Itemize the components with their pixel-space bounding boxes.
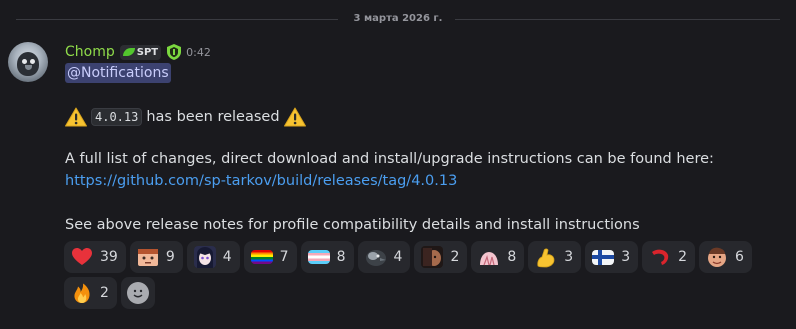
divider-line-left (16, 19, 338, 20)
avatar[interactable] (8, 42, 48, 82)
finland-flag-icon (592, 249, 615, 265)
character-emoji-icon (421, 246, 444, 268)
server-tag-label: SPT (136, 46, 159, 58)
rainbow-flag-icon (250, 250, 273, 264)
reaction-crow[interactable]: 4 (357, 241, 411, 273)
reaction-count: 2 (100, 285, 109, 301)
reaction-pink-blob[interactable]: 8 (471, 241, 525, 273)
reaction-finland-flag[interactable]: 3 (585, 241, 639, 273)
description-text: A full list of changes, direct download … (65, 151, 714, 167)
leaf-icon (122, 48, 135, 56)
footer-text: See above release notes for profile comp… (65, 217, 640, 233)
reaction-rainbow-flag[interactable]: 7 (243, 241, 297, 273)
anime-girl-emoji-icon (193, 246, 216, 268)
reaction-count: 4 (222, 249, 232, 265)
pink-blob-emoji-icon (478, 246, 500, 268)
reaction-biceps[interactable]: 3 (528, 241, 582, 273)
reaction-red-shrimp[interactable]: 2 (642, 241, 696, 273)
transgender-flag-icon (307, 250, 330, 264)
add-reaction-button[interactable] (120, 277, 155, 309)
timestamp[interactable]: 0:42 (186, 46, 211, 59)
reaction-count: 2 (678, 249, 688, 265)
reaction-count: 3 (621, 249, 631, 265)
reaction-count: 3 (564, 249, 574, 265)
version-code: 4.0.13 (91, 108, 143, 126)
warning-icon (283, 107, 306, 127)
reaction-heart[interactable]: 39 (64, 241, 126, 273)
reaction-custom-face[interactable]: 9 (129, 241, 183, 273)
release-link[interactable]: https://github.com/sp-tarkov/build/relea… (65, 173, 457, 189)
role-mention[interactable]: @Notifications (65, 63, 171, 83)
username[interactable]: Chomp (65, 44, 115, 60)
red-shrimp-emoji-icon (649, 246, 671, 268)
reactions-bar: 39 9 4 7 8 4 2 8 3 3 2 6 2 (64, 241, 784, 309)
date-divider: 3 марта 2026 г. (0, 10, 796, 28)
reaction-count: 7 (279, 249, 289, 265)
custom-face-emoji-icon (137, 246, 159, 268)
crow-emoji-icon (365, 246, 387, 268)
add-reaction-smiley-icon (126, 282, 149, 304)
reaction-count: 8 (336, 249, 346, 265)
flexed-biceps-icon (535, 246, 557, 268)
red-heart-icon (71, 246, 93, 268)
reaction-count: 4 (393, 249, 403, 265)
reaction-face[interactable]: 6 (699, 241, 752, 273)
reaction-count: 9 (165, 249, 175, 265)
reaction-count: 39 (100, 249, 118, 265)
fire-icon (71, 282, 93, 304)
reaction-count: 8 (507, 249, 517, 265)
warning-icon (65, 107, 87, 127)
divider-line-right (455, 19, 780, 20)
shield-badge-icon[interactable] (166, 44, 181, 60)
reaction-character[interactable]: 2 (414, 241, 468, 273)
released-text: has been released (146, 109, 280, 125)
release-line: 4.0.13 has been released (65, 106, 306, 128)
reaction-anime-girl[interactable]: 4 (186, 241, 240, 273)
date-divider-text: 3 марта 2026 г. (353, 12, 443, 24)
server-tag[interactable]: SPT (119, 44, 162, 60)
reaction-count: 6 (735, 249, 744, 265)
message-header: Chomp SPT 0:42 (65, 42, 211, 62)
reaction-trans-flag[interactable]: 8 (300, 241, 354, 273)
reaction-fire[interactable]: 2 (64, 277, 117, 309)
reaction-count: 2 (450, 249, 460, 265)
face-emoji-icon (706, 246, 728, 268)
